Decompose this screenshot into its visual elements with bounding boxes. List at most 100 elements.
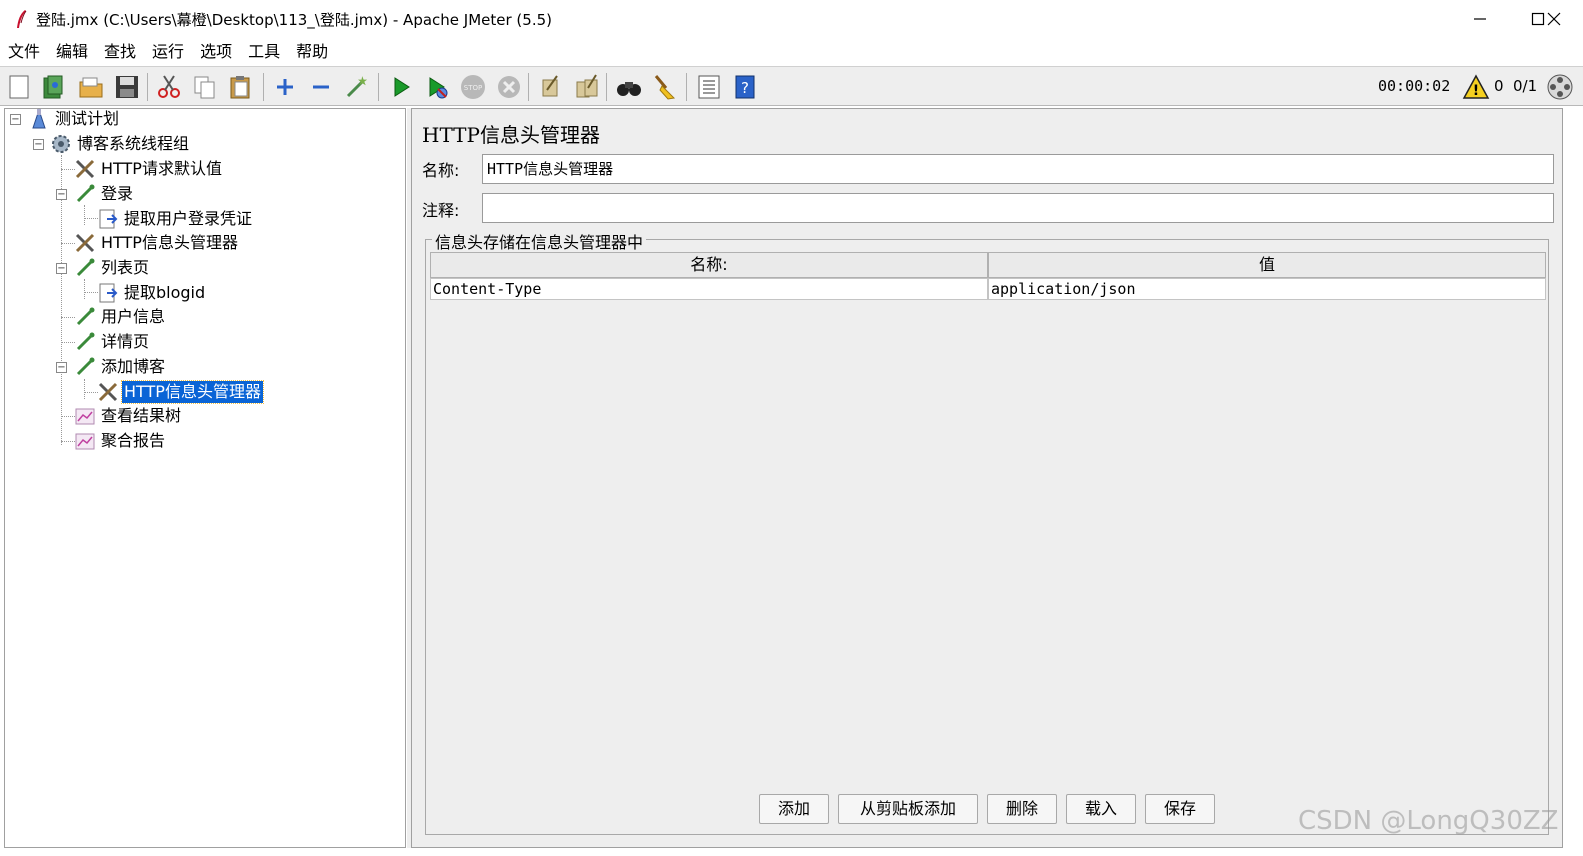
minimize-icon (1474, 18, 1486, 20)
comment-field[interactable] (482, 193, 1554, 223)
tree-collapse-toggle[interactable]: − (56, 189, 67, 200)
tree-node-user-info[interactable]: 用户信息 (73, 305, 167, 329)
toolbar-separator (147, 73, 148, 101)
reset-search-broom-icon (654, 75, 676, 100)
tree-node-view-results-tree[interactable]: 查看结果树 (73, 404, 183, 428)
sampler-pipette-icon (73, 331, 97, 353)
tree-node-aggregate-report[interactable]: 聚合报告 (73, 429, 167, 453)
tree-collapse-toggle[interactable]: − (56, 362, 67, 373)
tree-node-detail-page[interactable]: 详情页 (73, 330, 151, 354)
templates-book-icon (43, 75, 63, 99)
collapse-all-button[interactable] (306, 72, 336, 102)
tree-node-label: 登录 (101, 184, 134, 203)
save-disk-icon (116, 76, 138, 98)
tree-node-login[interactable]: 登录 (73, 182, 135, 206)
listener-graph-icon (73, 405, 97, 427)
tree-node-extract-credentials[interactable]: 提取用户登录凭证 (96, 207, 254, 231)
stop-button[interactable]: STOP (458, 72, 488, 102)
tree-node-header-manager-1[interactable]: HTTP信息头管理器 (73, 231, 240, 255)
shutdown-button[interactable] (494, 72, 524, 102)
tree-connector (84, 379, 85, 399)
sampler-pipette-icon (73, 356, 97, 378)
element-editor-panel: HTTP信息头管理器 名称: HTTP信息头管理器 注释: 信息头存储在信息头管… (411, 108, 1563, 848)
svg-text:?: ? (741, 79, 749, 97)
search-button[interactable] (614, 72, 644, 102)
name-field[interactable]: HTTP信息头管理器 (482, 154, 1554, 184)
copy-icon (194, 76, 215, 99)
add-button[interactable]: 添加 (759, 794, 829, 824)
tree-node-test-plan[interactable]: 测试计划 (27, 107, 121, 131)
extractor-icon (96, 208, 120, 230)
tree-node-label: 提取用户登录凭证 (124, 209, 253, 228)
reset-search-button[interactable] (650, 72, 680, 102)
tree-node-label: 添加博客 (101, 357, 166, 376)
delete-button[interactable]: 删除 (987, 794, 1057, 824)
add-from-clipboard-button[interactable]: 从剪贴板添加 (838, 794, 978, 824)
tree-node-list-page[interactable]: 列表页 (73, 256, 151, 280)
stop-octagon-icon: STOP (461, 75, 485, 99)
menu-help[interactable]: 帮助 (296, 38, 328, 66)
tree-node-extract-blogid[interactable]: 提取blogid (96, 281, 207, 305)
jmeter-feather-icon (10, 8, 32, 30)
test-plan-tree[interactable]: − − − − − 测试计划 博客系统线程组 HTTP请求默认值 登录 提取用户… (4, 108, 406, 848)
tree-connector (84, 279, 85, 299)
open-button[interactable] (76, 72, 106, 102)
save-headers-button[interactable]: 保存 (1145, 794, 1215, 824)
error-count: 0 (1494, 77, 1504, 95)
toolbar-separator (686, 73, 687, 101)
menu-run[interactable]: 运行 (152, 38, 184, 66)
plus-icon (277, 79, 293, 95)
cut-button[interactable] (154, 72, 184, 102)
clear-button[interactable] (535, 72, 565, 102)
tree-node-http-defaults[interactable]: HTTP请求默认值 (73, 157, 224, 181)
help-button[interactable]: ? (730, 72, 760, 102)
warning-icon[interactable]: ! (1462, 73, 1490, 101)
toolbar-separator (263, 73, 264, 101)
menu-search[interactable]: 查找 (104, 38, 136, 66)
table-cell-name[interactable]: Content-Type (430, 278, 988, 300)
load-button[interactable]: 载入 (1066, 794, 1136, 824)
close-button[interactable] (1525, 0, 1583, 38)
toggle-wand-icon (346, 76, 368, 98)
table-cell-value[interactable]: application/json (988, 278, 1546, 300)
column-header-value[interactable]: 值 (988, 252, 1546, 278)
close-icon (1547, 12, 1561, 26)
clear-all-button[interactable] (572, 72, 602, 102)
save-button[interactable] (112, 72, 142, 102)
start-button[interactable] (386, 72, 416, 102)
paste-button[interactable] (226, 72, 256, 102)
run-status-icon (1547, 74, 1573, 100)
tree-node-label: 聚合报告 (101, 431, 166, 450)
menu-options[interactable]: 选项 (200, 38, 232, 66)
window-title: 登陆.jmx (C:\Users\幕橙\Desktop\113_\登陆.jmx)… (36, 10, 552, 29)
column-header-name[interactable]: 名称: (430, 252, 988, 278)
tree-node-add-blog[interactable]: 添加博客 (73, 355, 167, 379)
tree-node-label: HTTP信息头管理器 (101, 233, 238, 252)
expand-all-button[interactable] (270, 72, 300, 102)
templates-button[interactable] (38, 72, 68, 102)
menu-file[interactable]: 文件 (8, 38, 40, 66)
sampler-pipette-icon (73, 306, 97, 328)
tree-node-header-manager-2[interactable]: HTTP信息头管理器 (96, 380, 264, 404)
tree-node-label: 详情页 (101, 332, 150, 351)
tree-collapse-toggle[interactable]: − (33, 139, 44, 150)
paste-clipboard-icon (230, 76, 250, 99)
csdn-watermark: CSDN @LongQ30ZZ (1298, 806, 1559, 836)
function-helper-button[interactable] (694, 72, 724, 102)
minimize-button[interactable] (1451, 0, 1509, 38)
new-button[interactable] (4, 72, 34, 102)
listener-graph-icon (73, 430, 97, 452)
tree-collapse-toggle[interactable]: − (56, 263, 67, 274)
menu-edit[interactable]: 编辑 (56, 38, 88, 66)
toggle-button[interactable] (342, 72, 372, 102)
copy-button[interactable] (190, 72, 220, 102)
tree-collapse-toggle[interactable]: − (10, 114, 21, 125)
minus-icon (313, 85, 329, 89)
toolbar-separator (528, 73, 529, 101)
tree-node-thread-group[interactable]: 博客系统线程组 (49, 132, 191, 156)
tree-node-label: 测试计划 (55, 109, 120, 128)
play-icon (394, 77, 410, 97)
menu-tools[interactable]: 工具 (248, 38, 280, 66)
sampler-pipette-icon (73, 183, 97, 205)
start-no-pauses-button[interactable] (422, 72, 452, 102)
